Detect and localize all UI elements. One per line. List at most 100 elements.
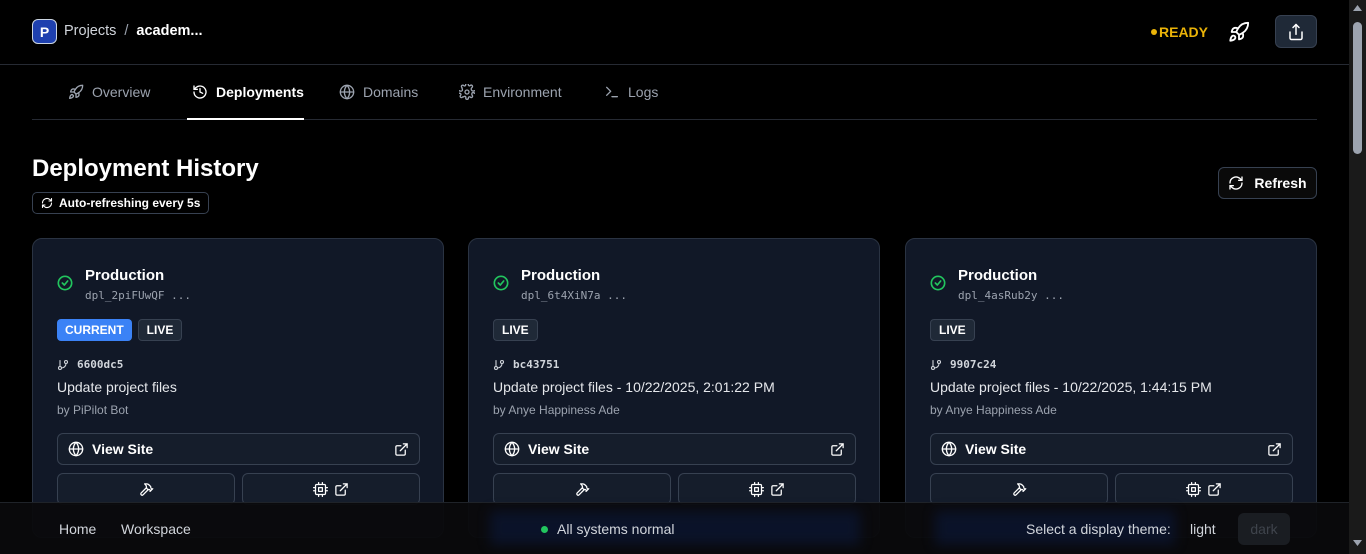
tab-domains[interactable]: Domains — [339, 65, 418, 119]
hammer-icon — [139, 482, 153, 496]
status-dot — [1151, 29, 1157, 35]
view-site-label: View Site — [92, 441, 154, 457]
view-site-label: View Site — [965, 441, 1027, 457]
globe-icon — [941, 441, 957, 457]
commit-hash-text: 9907c24 — [950, 358, 997, 371]
external-link-icon — [395, 442, 408, 456]
app-logo[interactable]: P — [32, 19, 57, 44]
view-site-button[interactable]: View Site — [493, 433, 856, 465]
deployment-badges: LIVE — [930, 319, 975, 341]
git-branch-icon — [930, 359, 942, 370]
tab-label: Environment — [483, 84, 562, 100]
footer-home-link[interactable]: Home — [59, 521, 96, 537]
top-bar: P Projects / academ... READY — [0, 0, 1349, 65]
live-badge: LIVE — [137, 319, 183, 341]
footer-workspace-link[interactable]: Workspace — [121, 521, 191, 537]
upload-icon — [1289, 23, 1303, 40]
deployment-card: Production dpl_6t4XiN7a ... LIVE bc43751… — [468, 238, 880, 538]
git-branch-icon — [57, 359, 69, 370]
history-icon — [193, 85, 207, 99]
commit-author: by PiPilot Bot — [57, 403, 129, 417]
commit-message: Update project files - 10/22/2025, 2:01:… — [493, 379, 775, 395]
auto-refresh-badge: Auto-refreshing every 5s — [32, 192, 210, 214]
external-link-icon — [1208, 482, 1221, 496]
commit-author: by Anye Happiness Ade — [493, 403, 620, 417]
breadcrumb-separator: / — [124, 23, 129, 39]
system-status-text: All systems normal — [557, 521, 675, 537]
deployment-card: Production dpl_2piFUwQF ... CURRENT LIVE… — [32, 238, 444, 538]
footer-bar: Home Workspace All systems normal Select… — [0, 502, 1349, 554]
deployment-id: dpl_2piFUwQF ... — [85, 289, 191, 302]
refresh-icon — [41, 197, 53, 209]
deployment-environment: Production — [958, 267, 1038, 284]
cpu-icon — [1186, 481, 1201, 497]
deployment-badges: CURRENT LIVE — [57, 319, 183, 341]
hammer-icon — [575, 482, 589, 496]
rebuild-button[interactable] — [493, 473, 671, 505]
cpu-icon — [749, 481, 764, 497]
upload-button[interactable] — [1275, 15, 1317, 48]
deployment-id: dpl_4asRub2y ... — [958, 289, 1064, 302]
view-site-button[interactable]: View Site — [930, 433, 1293, 465]
check-circle-icon — [493, 275, 509, 291]
breadcrumb-projects[interactable]: Projects — [64, 23, 116, 39]
auto-refresh-text: Auto-refreshing every 5s — [59, 196, 201, 210]
tab-label: Deployments — [216, 84, 304, 100]
theme-dark-option[interactable]: dark — [1238, 513, 1290, 545]
external-link-icon — [335, 482, 348, 496]
breadcrumb-current-project[interactable]: academ... — [136, 23, 202, 39]
inspect-button[interactable] — [1115, 473, 1293, 505]
globe-icon — [339, 84, 355, 100]
deployment-badges: LIVE — [493, 319, 538, 341]
external-link-icon — [1268, 442, 1281, 456]
git-branch-icon — [493, 359, 505, 370]
deployment-id: dpl_6t4XiN7a ... — [521, 289, 627, 302]
terminal-icon — [606, 86, 618, 98]
tab-label: Domains — [363, 84, 419, 100]
rebuild-button[interactable] — [57, 473, 235, 505]
theme-light-option[interactable]: light — [1180, 513, 1226, 545]
hammer-icon — [1012, 482, 1026, 496]
check-circle-icon — [930, 275, 946, 291]
tab-bar: Overview Deployments Domains Environment… — [32, 65, 1317, 120]
scroll-up-arrow-icon[interactable] — [1353, 5, 1362, 11]
current-badge: CURRENT — [57, 319, 132, 341]
tab-environment[interactable]: Environment — [459, 65, 562, 119]
breadcrumb: Projects / academ... — [64, 23, 203, 39]
tab-deployments[interactable]: Deployments — [192, 65, 304, 119]
commit-message: Update project files - 10/22/2025, 1:44:… — [930, 379, 1212, 395]
system-status: All systems normal — [541, 521, 674, 537]
commit-message: Update project files — [57, 379, 177, 395]
refresh-button[interactable]: Refresh — [1218, 167, 1317, 199]
deploy-button[interactable] — [1228, 21, 1250, 43]
tab-label: Logs — [628, 84, 659, 100]
globe-icon — [504, 441, 520, 457]
cpu-icon — [313, 481, 328, 497]
gear-icon — [459, 84, 475, 100]
refresh-icon — [1229, 176, 1244, 190]
logo-letter: P — [39, 23, 50, 40]
check-circle-icon — [57, 275, 73, 291]
inspect-button[interactable] — [242, 473, 420, 505]
commit-hash: bc43751 — [493, 358, 559, 371]
vertical-scrollbar[interactable] — [1349, 0, 1366, 554]
commit-author: by Anye Happiness Ade — [930, 403, 1057, 417]
status-text: READY — [1159, 24, 1209, 40]
commit-hash-text: bc43751 — [513, 358, 560, 371]
inspect-button[interactable] — [678, 473, 856, 505]
rocket-icon — [69, 84, 84, 99]
view-site-button[interactable]: View Site — [57, 433, 420, 465]
refresh-label: Refresh — [1254, 175, 1307, 191]
theme-selector-label: Select a display theme: — [1026, 521, 1171, 537]
deployment-environment: Production — [85, 267, 165, 284]
scrollbar-thumb[interactable] — [1353, 22, 1362, 154]
commit-hash: 9907c24 — [930, 358, 996, 371]
deployment-card: Production dpl_4asRub2y ... LIVE 9907c24… — [905, 238, 1317, 538]
tab-logs[interactable]: Logs — [604, 65, 658, 119]
live-badge: LIVE — [930, 319, 975, 341]
tab-overview[interactable]: Overview — [68, 65, 150, 119]
rebuild-button[interactable] — [930, 473, 1108, 505]
external-link-icon — [771, 482, 784, 496]
scroll-down-arrow-icon[interactable] — [1353, 540, 1362, 546]
live-badge: LIVE — [493, 319, 538, 341]
